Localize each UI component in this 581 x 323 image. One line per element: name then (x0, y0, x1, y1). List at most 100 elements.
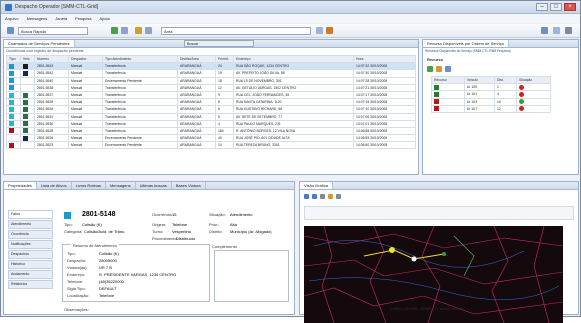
area-combo[interactable]: Área (161, 27, 311, 35)
call-cell: RUA PAULO MARQUES, 231 (233, 119, 354, 128)
col-tipo-atendimento[interactable]: Tipo Atendimento (102, 54, 178, 64)
pending-call-row[interactable]: 2801-5530 Manual Transferência ARARANGUÁ 4 RU… (6, 119, 416, 128)
execute-icon[interactable] (316, 27, 323, 34)
tab-last-searches[interactable]: Ultimas buscas (136, 182, 172, 189)
open-perspective-icon[interactable] (553, 27, 560, 34)
pending-call-row[interactable]: 2801-5543 Manual Transferência ARARANGUÁ 24 R… (6, 62, 416, 71)
resource-remove-icon[interactable] (436, 66, 442, 72)
menu-item-pesquisa[interactable]: Pesquisa (75, 16, 91, 21)
resource-row[interactable]: Ur 100 1 (431, 83, 552, 92)
details-side-menu: Fatos Atendimento Ocorrência Notificaçõe… (8, 210, 53, 290)
tab-assets[interactable]: Lista de Ativos (37, 182, 72, 189)
pending-call-row[interactable]: 2801-5526 Manual Encerramento Pendente ARAR… (6, 134, 416, 143)
pending-call-row[interactable]: 2801-5534 Manual Transferência ARARANGUÁ 6 RU… (6, 105, 416, 114)
side-item-ocorrencia[interactable]: Ocorrência (8, 230, 53, 239)
menu-item-janela[interactable]: Janela (55, 16, 67, 21)
menu-item-arquivo[interactable]: Arquivo (5, 16, 19, 21)
side-item-andamento[interactable]: Andamento (8, 270, 53, 279)
tab-pending-calls[interactable]: Chamados de Serviços Pendentes (4, 40, 75, 47)
call-cell: Manual (68, 112, 103, 121)
col-veic[interactable]: Veic. (20, 54, 35, 64)
col-dist[interactable]: Dist. (493, 75, 517, 85)
side-item-despachos[interactable]: Despachos (8, 250, 53, 259)
summary-field-value: R. PRESIDENTE VARGAS, 1234 CENTRO (99, 272, 177, 277)
calls-filter-combo[interactable]: Buscar (184, 40, 254, 47)
filter-icon[interactable] (121, 27, 128, 34)
side-item-notificacoes[interactable]: Notificações (8, 240, 53, 249)
shift-value: Vespertino (172, 229, 191, 234)
pending-call-row[interactable]: 2801-5531 Manual Transferência ARARANGUÁ 5 AV… (6, 112, 416, 121)
measure-icon[interactable] (336, 194, 341, 199)
vehicle-marker[interactable] (411, 256, 417, 262)
perspective-icon[interactable] (541, 27, 548, 34)
pending-call-row[interactable]: 2801-5528 Manual Transferência ARARANGUÁ 184… (6, 126, 416, 136)
col-endereco[interactable]: Endereço (233, 54, 354, 64)
search-icon[interactable] (7, 27, 14, 34)
pending-calls-subtitle: Ocorrências com registro de despacho pen… (6, 49, 84, 53)
call-vehicle-cell (20, 76, 35, 85)
col-veiculo[interactable]: Veículo (463, 75, 495, 85)
edit-icon[interactable] (326, 27, 333, 34)
list-icon[interactable] (145, 27, 152, 34)
notes-textarea[interactable] (214, 250, 289, 302)
call-cell: 5 (215, 112, 234, 121)
side-item-relatorios[interactable]: Relatórios (8, 280, 53, 289)
pending-call-row[interactable]: 2801-5523 Manual Encerramento Pendente ARAR… (6, 141, 416, 150)
call-cell: ARARANGUÁ (177, 141, 216, 150)
side-item-atendimento[interactable]: Atendimento (8, 220, 53, 229)
col-hora[interactable]: Hora (353, 54, 416, 64)
call-cell: Transferência (102, 90, 178, 100)
tab-vehicle-bases[interactable]: Bases Viatura (172, 182, 206, 189)
call-cell: AV. PREFEITO JOÃO SILVA, 88 (233, 69, 354, 78)
menu-item-mensagens[interactable]: Mensagens (27, 16, 48, 21)
call-cell: 2801-5537 (34, 90, 69, 100)
map-icon[interactable] (135, 27, 142, 34)
incident-marker[interactable] (389, 247, 395, 253)
tab-map-view[interactable]: Visão Gráfica (300, 182, 333, 189)
resource-row[interactable]: Ur 107 12 (431, 104, 552, 113)
col-numero[interactable]: Número (34, 54, 69, 64)
district-label: Distrito: (209, 229, 223, 234)
resource-refresh-icon[interactable] (445, 66, 451, 72)
col-despacho[interactable]: Despacho (68, 54, 103, 64)
zoom-in-icon[interactable] (304, 194, 309, 199)
resource-row[interactable]: Ur 103 10 (431, 97, 552, 106)
tab-messages[interactable]: Mensagens (106, 182, 136, 189)
refresh-icon[interactable] (111, 27, 118, 34)
tab-properties[interactable]: Propriedades (4, 182, 37, 189)
layers-icon[interactable] (328, 194, 333, 199)
summary-field-value: Colisão (K) (99, 251, 119, 256)
settings-icon[interactable] (565, 27, 572, 34)
pending-call-row[interactable]: 2801-5542 Manual Transferência ARARANGUÁ 19 A… (6, 69, 416, 78)
created-value: 15 (172, 212, 177, 217)
col-tipo[interactable]: Tipo (6, 54, 21, 64)
status-value: Atendimento (230, 212, 253, 217)
col-distrito[interactable]: Distrito/Área (177, 54, 216, 64)
resource-icon-cell (431, 90, 465, 99)
base-marker[interactable] (442, 252, 446, 256)
pending-call-row[interactable]: 2801-5538 Manual Transferência ARARANGUÁ 12 A… (6, 83, 416, 92)
col-prioridade[interactable]: Priorid. (215, 54, 234, 64)
col-recurso[interactable]: Recurso (431, 75, 465, 85)
pan-icon[interactable] (320, 194, 325, 199)
minimize-icon[interactable]: – (536, 3, 548, 11)
menu-item-ajuda[interactable]: Ajuda (100, 16, 110, 21)
resource-add-icon[interactable] (427, 66, 433, 72)
tab-routines[interactable]: Livros Rotinas (72, 182, 106, 189)
title-bar[interactable]: Despacho Operador [SMM-CTL-Grid] – □ × (1, 1, 580, 14)
col-situacao[interactable]: Situação (515, 75, 552, 85)
call-cell: Encerramento Pendente (102, 134, 178, 143)
maximize-icon[interactable]: □ (550, 3, 562, 11)
pending-call-row[interactable]: 2801-5535 Manual Transferência ARARANGUÁ 8 RU… (6, 98, 416, 107)
tab-resources[interactable]: Recurso Disponíveis por Ordem de Serviço (423, 40, 509, 47)
pending-call-row[interactable]: 2801-5540 Manual Encerramento Pendente ARAR… (6, 76, 416, 85)
side-item-historico[interactable]: Historico (8, 260, 53, 269)
quick-search-combo[interactable]: Busca Rápida (18, 27, 88, 35)
zoom-out-icon[interactable] (312, 194, 317, 199)
side-item-fatos[interactable]: Fatos (8, 210, 53, 219)
resource-status-cell (515, 97, 552, 106)
resource-row[interactable]: Ur 101 4 (431, 90, 552, 99)
close-icon[interactable]: × (564, 3, 576, 11)
call-type-icon (9, 85, 14, 91)
pending-call-row[interactable]: 2801-5537 Manual Transferência ARARANGUÁ 9 RU… (6, 90, 416, 100)
